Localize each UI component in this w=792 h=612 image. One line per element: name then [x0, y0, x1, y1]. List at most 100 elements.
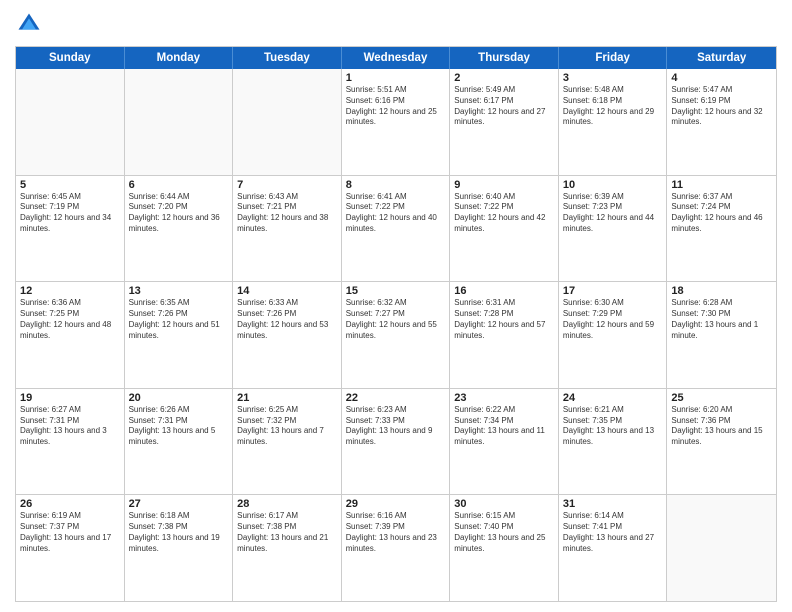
day-info: Sunrise: 5:48 AM Sunset: 6:18 PM Dayligh…	[563, 85, 663, 128]
day-info: Sunrise: 6:41 AM Sunset: 7:22 PM Dayligh…	[346, 192, 446, 235]
page: SundayMondayTuesdayWednesdayThursdayFrid…	[0, 0, 792, 612]
calendar-row: 12Sunrise: 6:36 AM Sunset: 7:25 PM Dayli…	[16, 282, 776, 389]
calendar-body: 1Sunrise: 5:51 AM Sunset: 6:16 PM Daylig…	[16, 69, 776, 601]
calendar-day-20: 20Sunrise: 6:26 AM Sunset: 7:31 PM Dayli…	[125, 389, 234, 495]
day-info: Sunrise: 6:27 AM Sunset: 7:31 PM Dayligh…	[20, 405, 120, 448]
day-number: 4	[671, 72, 772, 84]
day-info: Sunrise: 6:31 AM Sunset: 7:28 PM Dayligh…	[454, 298, 554, 341]
day-number: 30	[454, 498, 554, 510]
day-number: 10	[563, 179, 663, 191]
calendar-empty-cell	[667, 495, 776, 601]
day-number: 7	[237, 179, 337, 191]
day-number: 23	[454, 392, 554, 404]
logo	[15, 10, 47, 38]
calendar-day-11: 11Sunrise: 6:37 AM Sunset: 7:24 PM Dayli…	[667, 176, 776, 282]
day-number: 25	[671, 392, 772, 404]
day-info: Sunrise: 6:33 AM Sunset: 7:26 PM Dayligh…	[237, 298, 337, 341]
calendar-day-26: 26Sunrise: 6:19 AM Sunset: 7:37 PM Dayli…	[16, 495, 125, 601]
calendar-day-29: 29Sunrise: 6:16 AM Sunset: 7:39 PM Dayli…	[342, 495, 451, 601]
day-info: Sunrise: 6:39 AM Sunset: 7:23 PM Dayligh…	[563, 192, 663, 235]
day-info: Sunrise: 5:51 AM Sunset: 6:16 PM Dayligh…	[346, 85, 446, 128]
day-info: Sunrise: 6:22 AM Sunset: 7:34 PM Dayligh…	[454, 405, 554, 448]
day-number: 11	[671, 179, 772, 191]
day-info: Sunrise: 6:18 AM Sunset: 7:38 PM Dayligh…	[129, 511, 229, 554]
day-number: 28	[237, 498, 337, 510]
day-number: 8	[346, 179, 446, 191]
day-number: 22	[346, 392, 446, 404]
logo-icon	[15, 10, 43, 38]
calendar-day-6: 6Sunrise: 6:44 AM Sunset: 7:20 PM Daylig…	[125, 176, 234, 282]
day-info: Sunrise: 6:45 AM Sunset: 7:19 PM Dayligh…	[20, 192, 120, 235]
calendar-day-27: 27Sunrise: 6:18 AM Sunset: 7:38 PM Dayli…	[125, 495, 234, 601]
day-info: Sunrise: 6:35 AM Sunset: 7:26 PM Dayligh…	[129, 298, 229, 341]
calendar-empty-cell	[125, 69, 234, 175]
calendar-row: 19Sunrise: 6:27 AM Sunset: 7:31 PM Dayli…	[16, 389, 776, 496]
day-number: 21	[237, 392, 337, 404]
calendar-row: 1Sunrise: 5:51 AM Sunset: 6:16 PM Daylig…	[16, 69, 776, 176]
day-number: 1	[346, 72, 446, 84]
calendar-day-4: 4Sunrise: 5:47 AM Sunset: 6:19 PM Daylig…	[667, 69, 776, 175]
calendar-day-25: 25Sunrise: 6:20 AM Sunset: 7:36 PM Dayli…	[667, 389, 776, 495]
day-number: 17	[563, 285, 663, 297]
day-number: 18	[671, 285, 772, 297]
calendar-day-5: 5Sunrise: 6:45 AM Sunset: 7:19 PM Daylig…	[16, 176, 125, 282]
day-number: 2	[454, 72, 554, 84]
calendar-header: SundayMondayTuesdayWednesdayThursdayFrid…	[16, 47, 776, 69]
day-number: 5	[20, 179, 120, 191]
day-info: Sunrise: 6:43 AM Sunset: 7:21 PM Dayligh…	[237, 192, 337, 235]
day-number: 24	[563, 392, 663, 404]
calendar-empty-cell	[233, 69, 342, 175]
day-info: Sunrise: 6:17 AM Sunset: 7:38 PM Dayligh…	[237, 511, 337, 554]
calendar-day-10: 10Sunrise: 6:39 AM Sunset: 7:23 PM Dayli…	[559, 176, 668, 282]
day-info: Sunrise: 6:36 AM Sunset: 7:25 PM Dayligh…	[20, 298, 120, 341]
calendar-day-3: 3Sunrise: 5:48 AM Sunset: 6:18 PM Daylig…	[559, 69, 668, 175]
calendar-day-2: 2Sunrise: 5:49 AM Sunset: 6:17 PM Daylig…	[450, 69, 559, 175]
calendar-day-19: 19Sunrise: 6:27 AM Sunset: 7:31 PM Dayli…	[16, 389, 125, 495]
weekday-header: Friday	[559, 47, 668, 69]
header	[15, 10, 777, 38]
calendar-day-7: 7Sunrise: 6:43 AM Sunset: 7:21 PM Daylig…	[233, 176, 342, 282]
calendar-day-31: 31Sunrise: 6:14 AM Sunset: 7:41 PM Dayli…	[559, 495, 668, 601]
day-number: 31	[563, 498, 663, 510]
day-number: 12	[20, 285, 120, 297]
day-info: Sunrise: 6:21 AM Sunset: 7:35 PM Dayligh…	[563, 405, 663, 448]
day-number: 15	[346, 285, 446, 297]
calendar-day-1: 1Sunrise: 5:51 AM Sunset: 6:16 PM Daylig…	[342, 69, 451, 175]
calendar-day-24: 24Sunrise: 6:21 AM Sunset: 7:35 PM Dayli…	[559, 389, 668, 495]
calendar-day-16: 16Sunrise: 6:31 AM Sunset: 7:28 PM Dayli…	[450, 282, 559, 388]
day-info: Sunrise: 6:23 AM Sunset: 7:33 PM Dayligh…	[346, 405, 446, 448]
weekday-header: Monday	[125, 47, 234, 69]
day-number: 26	[20, 498, 120, 510]
day-info: Sunrise: 6:14 AM Sunset: 7:41 PM Dayligh…	[563, 511, 663, 554]
day-info: Sunrise: 6:26 AM Sunset: 7:31 PM Dayligh…	[129, 405, 229, 448]
day-number: 3	[563, 72, 663, 84]
calendar-day-14: 14Sunrise: 6:33 AM Sunset: 7:26 PM Dayli…	[233, 282, 342, 388]
day-info: Sunrise: 6:16 AM Sunset: 7:39 PM Dayligh…	[346, 511, 446, 554]
day-number: 19	[20, 392, 120, 404]
calendar-day-22: 22Sunrise: 6:23 AM Sunset: 7:33 PM Dayli…	[342, 389, 451, 495]
weekday-header: Thursday	[450, 47, 559, 69]
day-info: Sunrise: 6:40 AM Sunset: 7:22 PM Dayligh…	[454, 192, 554, 235]
day-info: Sunrise: 6:20 AM Sunset: 7:36 PM Dayligh…	[671, 405, 772, 448]
day-number: 14	[237, 285, 337, 297]
day-number: 20	[129, 392, 229, 404]
calendar-day-15: 15Sunrise: 6:32 AM Sunset: 7:27 PM Dayli…	[342, 282, 451, 388]
weekday-header: Sunday	[16, 47, 125, 69]
calendar-day-30: 30Sunrise: 6:15 AM Sunset: 7:40 PM Dayli…	[450, 495, 559, 601]
calendar-empty-cell	[16, 69, 125, 175]
calendar-day-18: 18Sunrise: 6:28 AM Sunset: 7:30 PM Dayli…	[667, 282, 776, 388]
weekday-header: Tuesday	[233, 47, 342, 69]
day-info: Sunrise: 6:30 AM Sunset: 7:29 PM Dayligh…	[563, 298, 663, 341]
calendar-day-28: 28Sunrise: 6:17 AM Sunset: 7:38 PM Dayli…	[233, 495, 342, 601]
day-info: Sunrise: 6:25 AM Sunset: 7:32 PM Dayligh…	[237, 405, 337, 448]
calendar-row: 5Sunrise: 6:45 AM Sunset: 7:19 PM Daylig…	[16, 176, 776, 283]
calendar-day-17: 17Sunrise: 6:30 AM Sunset: 7:29 PM Dayli…	[559, 282, 668, 388]
day-number: 29	[346, 498, 446, 510]
day-info: Sunrise: 5:47 AM Sunset: 6:19 PM Dayligh…	[671, 85, 772, 128]
calendar: SundayMondayTuesdayWednesdayThursdayFrid…	[15, 46, 777, 602]
day-info: Sunrise: 6:15 AM Sunset: 7:40 PM Dayligh…	[454, 511, 554, 554]
day-info: Sunrise: 6:28 AM Sunset: 7:30 PM Dayligh…	[671, 298, 772, 341]
day-info: Sunrise: 6:44 AM Sunset: 7:20 PM Dayligh…	[129, 192, 229, 235]
day-number: 27	[129, 498, 229, 510]
day-info: Sunrise: 6:37 AM Sunset: 7:24 PM Dayligh…	[671, 192, 772, 235]
